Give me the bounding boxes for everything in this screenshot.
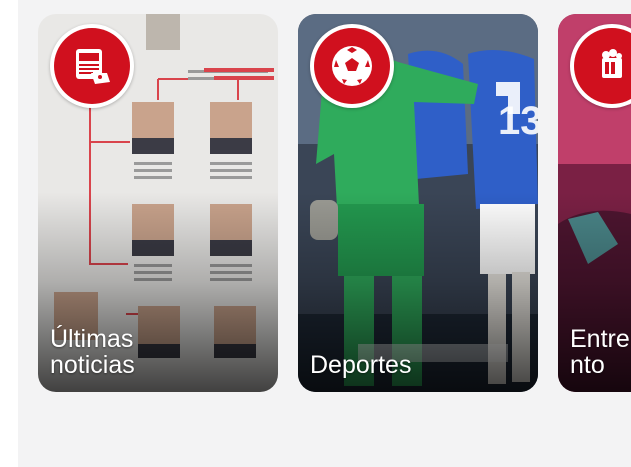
category-carousel[interactable]: Últimas noticias 13 Deportes Entre nto [0, 0, 631, 467]
category-label: Entre nto [570, 325, 630, 379]
category-label: Últimas noticias [50, 325, 135, 379]
entertainment-icon [602, 49, 622, 78]
svg-text:13: 13 [498, 99, 538, 143]
category-card-sports[interactable]: 13 Deportes [298, 14, 538, 392]
category-label: Deportes [310, 351, 412, 379]
category-badge [50, 24, 134, 108]
news-icon [76, 49, 110, 84]
category-card-entertainment[interactable]: Entre nto [558, 14, 631, 392]
soccer-ball-icon [332, 46, 372, 86]
category-badge [310, 24, 394, 108]
category-card-latest-news[interactable]: Últimas noticias [38, 14, 278, 392]
